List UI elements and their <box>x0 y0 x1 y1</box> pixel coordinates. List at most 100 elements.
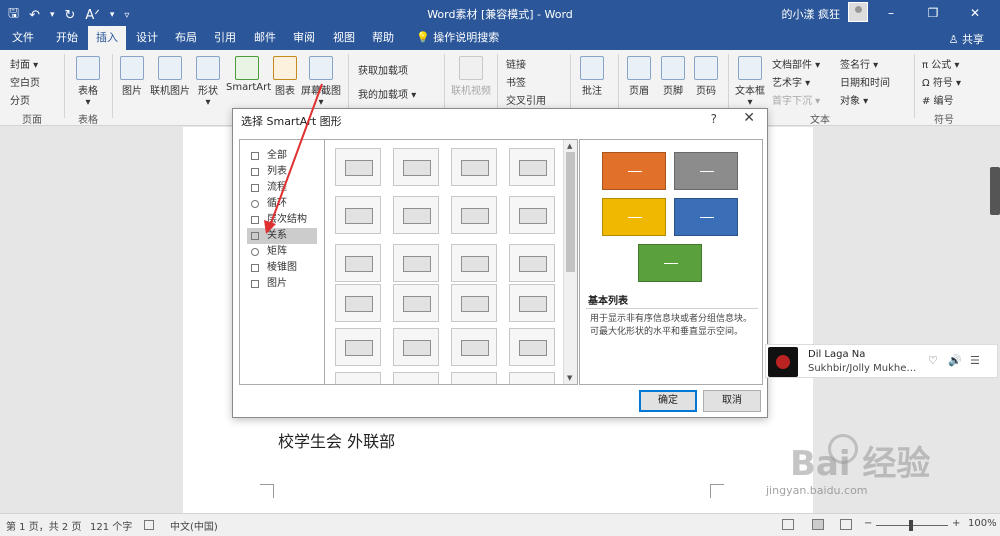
tab-layout[interactable]: 布局 <box>167 26 205 50</box>
wordart-button[interactable]: 艺术字 ▾ <box>772 74 810 89</box>
blank-page-button[interactable]: 空白页 <box>10 74 40 89</box>
page-break-button[interactable]: 分页 <box>10 92 30 107</box>
online-video-button[interactable]: 联机视频 <box>450 56 492 97</box>
gallery-item[interactable] <box>451 196 497 234</box>
category-matrix[interactable]: 矩阵 <box>247 244 317 260</box>
restore-button[interactable]: ❐ <box>912 0 954 26</box>
tell-me-search[interactable]: 💡 操作说明搜索 <box>408 26 507 50</box>
object-button[interactable]: 对象 ▾ <box>840 92 868 107</box>
comment-button[interactable]: 批注 <box>578 56 606 97</box>
gallery-scrollbar[interactable]: ▲ ▼ <box>563 140 577 384</box>
category-process[interactable]: 流程 <box>247 180 317 196</box>
scroll-up-icon[interactable]: ▲ <box>567 142 572 150</box>
scroll-down-icon[interactable]: ▼ <box>567 374 572 382</box>
tab-home[interactable]: 开始 <box>48 26 86 50</box>
cancel-button[interactable]: 取消 <box>703 390 761 412</box>
gallery-item[interactable] <box>451 284 497 322</box>
gallery-item[interactable] <box>509 328 555 366</box>
gallery-item[interactable] <box>393 196 439 234</box>
shapes-button[interactable]: 形状 ▾ <box>194 56 222 108</box>
gallery-item[interactable] <box>509 244 555 282</box>
gallery-item[interactable] <box>393 244 439 282</box>
tab-mailings[interactable]: 邮件 <box>246 26 284 50</box>
user-name[interactable]: 的小漾 疯狂 <box>782 6 841 22</box>
online-pictures-button[interactable]: 联机图片 <box>148 56 192 97</box>
cover-page-button[interactable]: 封面 ▾ <box>10 56 38 71</box>
link-button[interactable]: 链接 <box>506 56 526 71</box>
dialog-close-icon[interactable]: ✕ <box>743 110 755 126</box>
gallery-item[interactable] <box>335 148 381 186</box>
document-scrollbar[interactable] <box>990 167 1000 215</box>
numbering-button[interactable]: # 编号 <box>922 92 954 107</box>
gallery-item[interactable] <box>335 196 381 234</box>
print-layout-icon[interactable] <box>812 519 824 530</box>
smartart-button[interactable]: SmartArt <box>226 56 271 93</box>
tab-view[interactable]: 视图 <box>325 26 363 50</box>
tab-review[interactable]: 审阅 <box>285 26 323 50</box>
web-layout-icon[interactable] <box>840 519 852 530</box>
drop-cap-button[interactable]: 首字下沉 ▾ <box>772 92 820 107</box>
cross-reference-button[interactable]: 交叉引用 <box>506 92 546 107</box>
page-number-button[interactable]: 页码 <box>692 56 720 97</box>
help-icon[interactable]: ? <box>711 112 717 126</box>
gallery-item[interactable] <box>509 148 555 186</box>
gallery-item[interactable] <box>509 284 555 322</box>
equation-button[interactable]: π 公式 ▾ <box>922 56 959 71</box>
category-relationship[interactable]: 关系 <box>247 228 317 244</box>
gallery-item[interactable] <box>335 284 381 322</box>
my-addins-button[interactable]: 我的加载项 ▾ <box>358 86 416 101</box>
header-button[interactable]: 页眉 <box>625 56 653 97</box>
gallery-item[interactable] <box>335 244 381 282</box>
scroll-thumb[interactable] <box>566 152 575 272</box>
gallery-item[interactable] <box>451 148 497 186</box>
gallery-item[interactable] <box>509 372 555 384</box>
read-mode-icon[interactable] <box>782 519 794 530</box>
gallery-item[interactable] <box>335 372 381 384</box>
footer-button[interactable]: 页脚 <box>659 56 687 97</box>
symbol-button[interactable]: Ω 符号 ▾ <box>922 74 961 89</box>
gallery-item[interactable] <box>393 372 439 384</box>
zoom-slider-thumb[interactable] <box>909 520 913 531</box>
word-count[interactable]: 121 个字 <box>90 518 132 533</box>
gallery-item[interactable] <box>335 328 381 366</box>
gallery-item[interactable] <box>509 196 555 234</box>
tab-help[interactable]: 帮助 <box>364 26 402 50</box>
volume-icon[interactable]: 🔊 <box>948 354 962 367</box>
category-hierarchy[interactable]: 层次结构 <box>247 212 317 228</box>
document-body-text[interactable]: 校学生会 外联部 <box>278 428 395 452</box>
category-all[interactable]: 全部 <box>247 148 317 164</box>
heart-icon[interactable]: ♡ <box>928 354 938 367</box>
share-button[interactable]: ♙ 共享 <box>949 31 984 47</box>
music-player-widget[interactable]: Dil Laga Na Sukhbir/Jolly Mukher... ♡ 🔊 … <box>765 344 998 378</box>
chart-button[interactable]: 图表 <box>272 56 298 97</box>
avatar[interactable] <box>848 2 868 22</box>
category-picture[interactable]: 图片 <box>247 276 317 292</box>
pictures-button[interactable]: 图片 <box>118 56 146 97</box>
date-time-button[interactable]: 日期和时间 <box>840 74 890 89</box>
screenshot-button[interactable]: 屏幕截图 ▾ <box>300 56 342 108</box>
category-pyramid[interactable]: 棱锥图 <box>247 260 317 276</box>
close-button[interactable]: ✕ <box>954 0 996 26</box>
quick-parts-button[interactable]: 文档部件 ▾ <box>772 56 820 71</box>
minimize-button[interactable]: – <box>870 0 912 26</box>
get-addins-button[interactable]: 获取加载项 <box>358 62 408 77</box>
ok-button[interactable]: 确定 <box>639 390 697 412</box>
category-list-item[interactable]: 列表 <box>247 164 317 180</box>
zoom-level[interactable]: 100% <box>968 518 997 529</box>
bookmark-button[interactable]: 书签 <box>506 74 526 89</box>
gallery-item[interactable] <box>451 372 497 384</box>
proofing-icon[interactable] <box>144 520 154 530</box>
textbox-button[interactable]: 文本框 ▾ <box>734 56 766 108</box>
tab-references[interactable]: 引用 <box>206 26 244 50</box>
tab-file[interactable]: 文件 <box>4 26 42 50</box>
signature-line-button[interactable]: 签名行 ▾ <box>840 56 878 71</box>
gallery-item[interactable] <box>451 328 497 366</box>
playlist-icon[interactable]: ☰ <box>970 354 980 367</box>
gallery-item[interactable] <box>451 244 497 282</box>
gallery-item[interactable] <box>393 328 439 366</box>
gallery-item[interactable] <box>393 284 439 322</box>
tab-insert[interactable]: 插入 <box>88 26 126 50</box>
zoom-out-button[interactable]: − <box>864 518 872 529</box>
language-indicator[interactable]: 中文(中国) <box>170 518 218 533</box>
tab-design[interactable]: 设计 <box>128 26 166 50</box>
